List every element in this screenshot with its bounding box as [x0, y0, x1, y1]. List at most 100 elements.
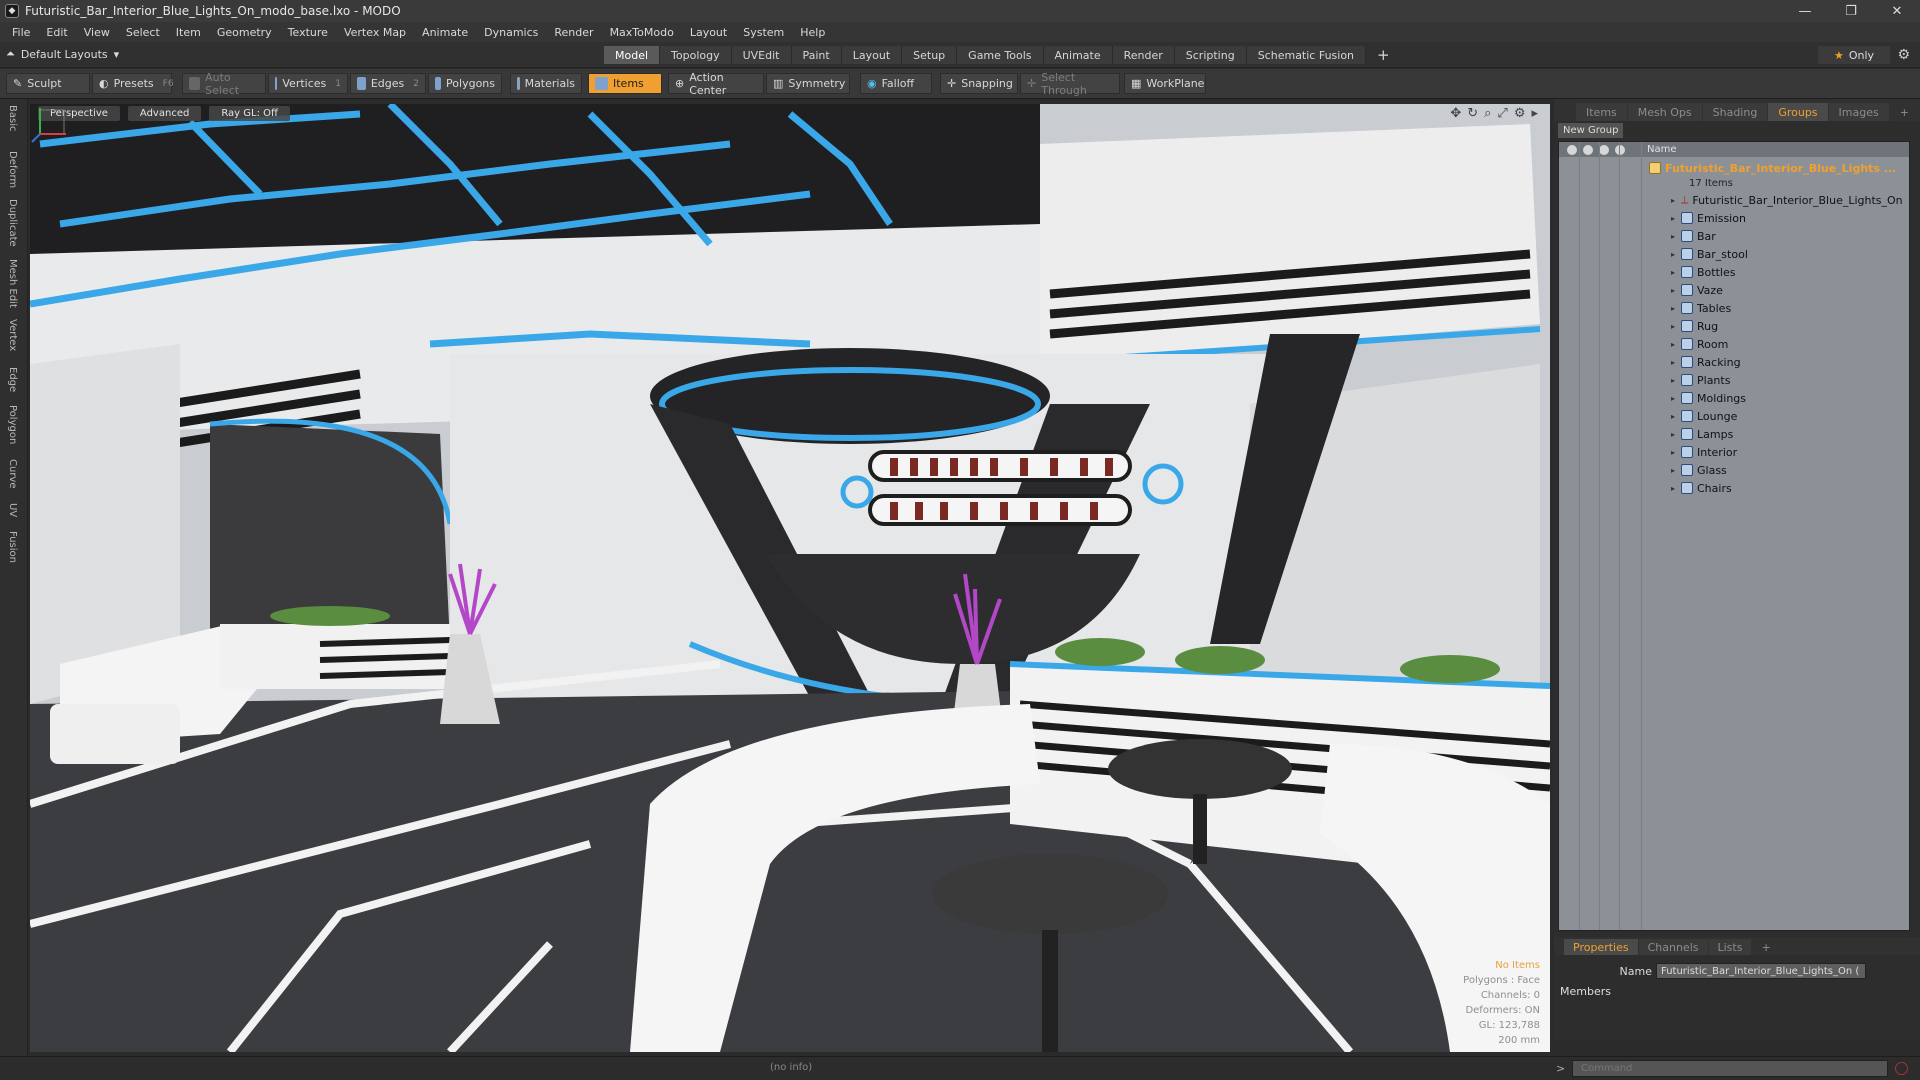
viewport-expand-icon[interactable]: ▸	[1531, 106, 1538, 121]
record-macro-icon[interactable]	[1895, 1062, 1908, 1075]
tab-scripting[interactable]: Scripting	[1174, 46, 1247, 64]
add-properties-tab-icon[interactable]: +	[1752, 939, 1779, 955]
tab-deform[interactable]: Deform	[7, 151, 18, 188]
tab-topology[interactable]: Topology	[660, 46, 732, 64]
symmetry-button[interactable]: ▥ Symmetry	[766, 73, 850, 94]
sculpt-button[interactable]: ✎ Sculpt	[6, 73, 90, 94]
menu-texture[interactable]: Texture	[280, 26, 336, 39]
list-item[interactable]: ▸ Bar	[1671, 227, 1716, 245]
select-icon[interactable]	[1615, 144, 1625, 155]
rotate-view-icon[interactable]: ↻	[1467, 106, 1478, 121]
lock-icon[interactable]	[1599, 144, 1609, 155]
list-item[interactable]: ▸ ⟂ Futuristic_Bar_Interior_Blue_Lights_On	[1671, 191, 1903, 209]
tab-curve[interactable]: Curve	[7, 459, 18, 489]
menu-system[interactable]: System	[735, 26, 792, 39]
raygl-toggle[interactable]: Ray GL: Off	[209, 106, 290, 121]
minimize-icon[interactable]: —	[1782, 0, 1828, 22]
tab-mesh-edit[interactable]: Mesh Edit	[7, 259, 18, 308]
name-column-header[interactable]: Name	[1647, 144, 1677, 155]
falloff-button[interactable]: ◉ Falloff	[860, 73, 932, 94]
tab-properties[interactable]: Properties	[1564, 939, 1638, 955]
list-item[interactable]: ▸ Tables	[1671, 299, 1731, 317]
zoom-view-icon[interactable]: ⌕	[1484, 106, 1491, 121]
fit-view-icon[interactable]: ⤢	[1497, 106, 1507, 121]
menu-animate[interactable]: Animate	[414, 26, 476, 39]
tab-groups[interactable]: Groups	[1768, 103, 1828, 121]
workplane-button[interactable]: ▦ WorkPlane	[1124, 73, 1206, 94]
list-item[interactable]: ▸ Rug	[1671, 317, 1718, 335]
snapping-button[interactable]: ✛ Snapping	[940, 73, 1018, 94]
menu-item[interactable]: Item	[168, 26, 209, 39]
tab-basic[interactable]: Basic	[7, 105, 18, 131]
list-item[interactable]: ▸ Room	[1671, 335, 1728, 353]
action-center-button[interactable]: ⊕ Action Center	[668, 71, 764, 97]
add-tab-icon[interactable]: +	[1366, 46, 1401, 64]
list-item[interactable]: ▸ Bottles	[1671, 263, 1735, 281]
menu-select[interactable]: Select	[118, 26, 168, 39]
menu-edit[interactable]: Edit	[38, 26, 75, 39]
menu-geometry[interactable]: Geometry	[209, 26, 280, 39]
add-panel-tab-icon[interactable]: +	[1890, 103, 1919, 121]
tab-lists[interactable]: Lists	[1708, 939, 1752, 955]
only-toggle[interactable]: ★ Only	[1818, 46, 1890, 64]
tree-root-group[interactable]: Futuristic_Bar_Interior_Blue_Lights ...	[1649, 159, 1896, 177]
command-expand-icon[interactable]: >	[1556, 1062, 1565, 1075]
list-item[interactable]: ▸ Vaze	[1671, 281, 1723, 299]
tab-vertex[interactable]: Vertex	[7, 319, 18, 351]
list-item[interactable]: ▸ Interior	[1671, 443, 1737, 461]
tab-layout[interactable]: Layout	[841, 46, 903, 64]
view-settings-icon[interactable]: ⚙	[1514, 106, 1526, 121]
menu-file[interactable]: File	[4, 26, 38, 39]
tab-polygon[interactable]: Polygon	[7, 405, 18, 444]
list-item[interactable]: ▸ Plants	[1671, 371, 1730, 389]
render-icon[interactable]	[1583, 144, 1593, 155]
polygons-button[interactable]: Polygons	[428, 73, 502, 94]
tab-model[interactable]: Model	[604, 46, 661, 64]
tab-images[interactable]: Images	[1828, 103, 1889, 121]
menu-dynamics[interactable]: Dynamics	[476, 26, 546, 39]
tab-items[interactable]: Items	[1576, 103, 1627, 121]
presets-button[interactable]: ◐ Presets F6	[92, 73, 174, 94]
list-item[interactable]: ▸ Lamps	[1671, 425, 1733, 443]
menu-render[interactable]: Render	[546, 26, 601, 39]
menu-vertex-map[interactable]: Vertex Map	[336, 26, 414, 39]
tab-shading[interactable]: Shading	[1702, 103, 1768, 121]
gear-icon[interactable]: ⚙	[1897, 47, 1910, 63]
tab-fusion[interactable]: Fusion	[7, 531, 18, 563]
tab-setup[interactable]: Setup	[902, 46, 958, 64]
layout-collapse-icon[interactable]: ⏶	[6, 47, 15, 61]
restore-icon[interactable]: ❐	[1828, 0, 1874, 22]
group-name-field[interactable]	[1656, 963, 1866, 979]
tab-paint[interactable]: Paint	[791, 46, 842, 64]
list-item[interactable]: ▸ Glass	[1671, 461, 1727, 479]
menu-view[interactable]: View	[76, 26, 118, 39]
close-icon[interactable]: ✕	[1874, 0, 1920, 22]
list-item[interactable]: ▸ Racking	[1671, 353, 1741, 371]
list-item[interactable]: ▸ Lounge	[1671, 407, 1737, 425]
tab-mesh-ops[interactable]: Mesh Ops	[1627, 103, 1702, 121]
tab-edge[interactable]: Edge	[7, 367, 18, 392]
tab-animate[interactable]: Animate	[1043, 46, 1113, 64]
tab-uvedit[interactable]: UVEdit	[731, 46, 792, 64]
3d-viewport[interactable]: Perspective Advanced Ray GL: Off ✥ ↻ ⌕ ⤢…	[30, 104, 1550, 1052]
tab-duplicate[interactable]: Duplicate	[7, 199, 18, 247]
command-input[interactable]	[1572, 1060, 1888, 1077]
tab-render[interactable]: Render	[1112, 46, 1175, 64]
shading-advanced[interactable]: Advanced	[127, 106, 202, 121]
list-item[interactable]: ▸ Chairs	[1671, 479, 1732, 497]
tab-uv[interactable]: UV	[7, 503, 18, 517]
list-item[interactable]: ▸ Moldings	[1671, 389, 1746, 407]
menu-maxtomodo[interactable]: MaxToModo	[602, 26, 682, 39]
menu-layout[interactable]: Layout	[682, 26, 735, 39]
materials-button[interactable]: Materials	[510, 73, 582, 94]
auto-select-button[interactable]: Auto Select	[182, 71, 266, 97]
menu-help[interactable]: Help	[792, 26, 833, 39]
tab-schematic-fusion[interactable]: Schematic Fusion	[1246, 46, 1367, 64]
layout-selector[interactable]: ⏶ Default Layouts ▾	[6, 47, 119, 61]
tab-channels[interactable]: Channels	[1638, 939, 1708, 955]
eye-icon[interactable]	[1567, 144, 1577, 155]
items-button[interactable]: Items	[588, 73, 662, 94]
tab-game-tools[interactable]: Game Tools	[957, 46, 1044, 64]
new-group-button[interactable]: New Group	[1558, 123, 1624, 138]
list-item[interactable]: ▸ Bar_stool	[1671, 245, 1748, 263]
